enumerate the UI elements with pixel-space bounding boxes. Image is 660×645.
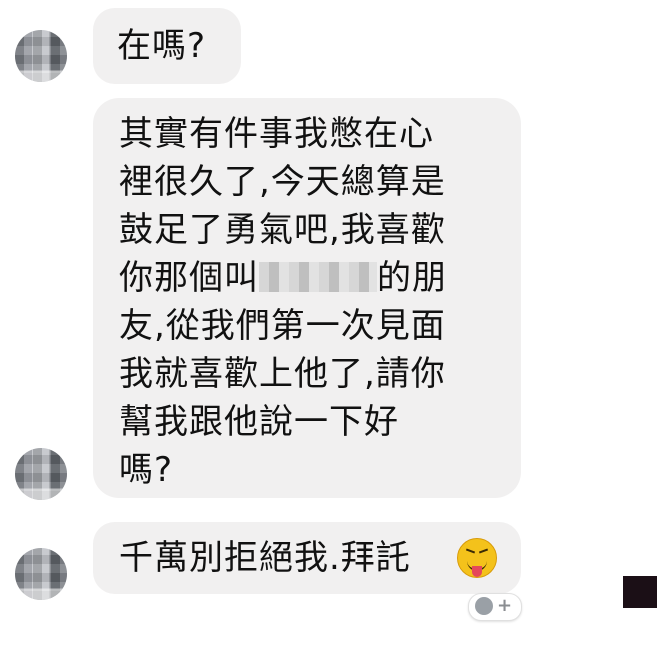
avatar-pixelation xyxy=(15,548,67,600)
avatar-pixelation xyxy=(15,30,67,82)
emoji-eye xyxy=(465,548,476,554)
squinting-tongue-emoji-icon xyxy=(457,538,497,578)
dark-square xyxy=(623,576,657,608)
emoji-eye xyxy=(478,548,489,554)
smiley-icon xyxy=(475,597,493,615)
sender-avatar[interactable] xyxy=(15,548,67,600)
sender-avatar[interactable] xyxy=(15,448,67,500)
add-reaction-button[interactable]: + xyxy=(468,593,522,621)
message-line: 其實有件事我憋在心 xyxy=(119,114,434,154)
message-text: 在嗎? xyxy=(117,26,207,66)
message-line-end: 的朋 xyxy=(377,258,447,298)
message-line-start: 你那個叫 xyxy=(119,258,259,298)
message-line: 幫我跟他說一下好 xyxy=(119,402,399,442)
message-bubble[interactable]: 其實有件事我憋在心 裡很久了,今天總算是 鼓足了勇氣吧,我喜歡 你那個叫 的朋 友… xyxy=(93,98,521,498)
plus-icon: + xyxy=(497,595,513,616)
message-line: 我就喜歡上他了,請你 xyxy=(119,354,446,394)
message-line: 嗎? xyxy=(119,450,174,490)
message-line: 你那個叫 的朋 xyxy=(119,254,495,302)
message-bubble[interactable]: 在嗎? xyxy=(93,8,241,84)
message-line: 友,從我們第一次見面 xyxy=(119,306,446,346)
sender-avatar[interactable] xyxy=(15,30,67,82)
message-line: 鼓足了勇氣吧,我喜歡 xyxy=(119,210,446,250)
message-line: 裡很久了,今天總算是 xyxy=(119,162,446,202)
avatar-pixelation xyxy=(15,448,67,500)
message-text: 千萬別拒絕我.拜託 xyxy=(119,538,411,578)
blurred-name xyxy=(259,261,377,292)
emoji-tongue xyxy=(472,566,482,577)
